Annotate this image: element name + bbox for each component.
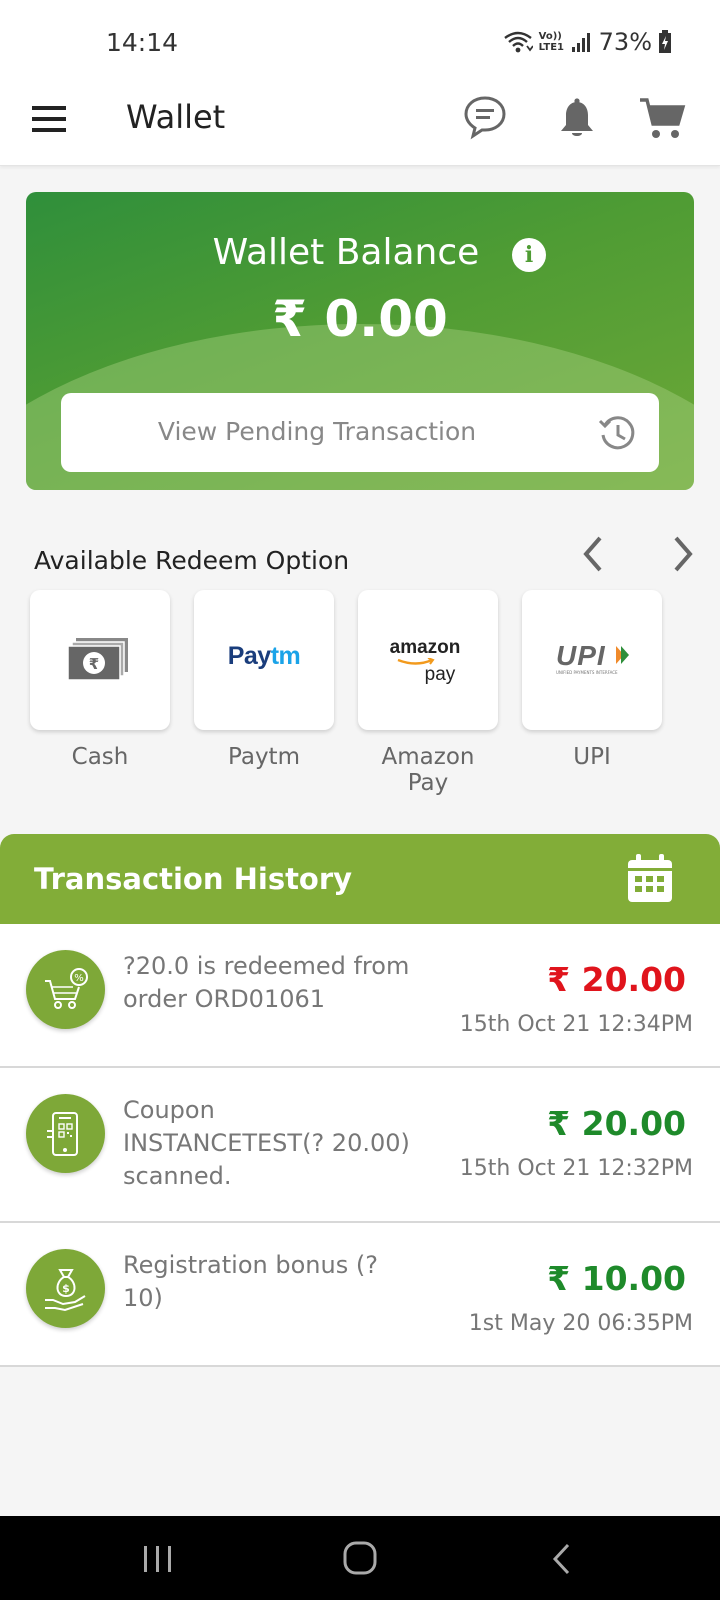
transaction-date: 1st May 20 06:35PM — [468, 1311, 693, 1336]
upi-tile[interactable]: UPI UNIFIED PAYMENTS INTERFACE — [522, 590, 662, 730]
cart-discount-icon: % — [45, 968, 88, 1009]
svg-text:₹: ₹ — [89, 655, 99, 673]
money-bag-hand-icon: $ — [45, 1269, 86, 1312]
back-icon[interactable] — [550, 1542, 572, 1576]
transaction-history-header: Transaction History — [0, 834, 720, 924]
redeem-option-cash[interactable]: ₹ Cash — [30, 590, 170, 770]
phone-qr-icon — [47, 1112, 78, 1156]
system-navigation-bar — [0, 1516, 720, 1600]
battery-icon — [659, 30, 671, 53]
redeem-option-paytm[interactable]: Paytm Paytm — [194, 590, 334, 770]
svg-text:%: % — [74, 973, 84, 984]
upi-logo: UPI UNIFIED PAYMENTS INTERFACE — [556, 640, 632, 675]
info-icon[interactable]: i — [512, 238, 546, 272]
wifi-icon — [503, 31, 533, 53]
redeem-options-list: ₹ Cash Paytm Paytm amazon pay Amazon Pay — [30, 590, 720, 796]
transaction-avatar — [26, 1094, 105, 1173]
paytm-tile[interactable]: Paytm — [194, 590, 334, 730]
status-indicators: Vo)) LTE1 73% — [503, 28, 672, 56]
signal-icon — [571, 33, 590, 52]
chevron-right-icon[interactable] — [668, 534, 698, 574]
view-pending-transaction-button[interactable]: View Pending Transaction — [61, 393, 659, 472]
cash-tile[interactable]: ₹ — [30, 590, 170, 730]
transaction-description: Registration bonus (? 10) — [123, 1251, 378, 1312]
redeem-option-label: Cash — [71, 744, 129, 770]
redeem-option-label: UPI — [573, 744, 611, 770]
cash-icon: ₹ — [68, 638, 128, 680]
menu-icon[interactable] — [32, 102, 68, 138]
paytm-logo: Paytm — [227, 642, 301, 670]
transaction-amount: ₹ 20.00 — [547, 1104, 686, 1143]
transaction-avatar: % — [26, 950, 105, 1029]
status-bar: 14:14 Vo)) LTE1 73% — [0, 0, 720, 84]
network-label: Vo)) LTE1 — [538, 31, 564, 53]
transaction-description: ?20.0 is redeemed from order ORD01061 — [123, 952, 410, 1013]
transaction-row[interactable]: Coupon INSTANCETEST(? 20.00) scanned. ₹ … — [0, 1068, 720, 1223]
cart-icon[interactable] — [638, 94, 686, 142]
transaction-amount: ₹ 20.00 — [547, 960, 686, 999]
wallet-balance-amount: ₹ 0.00 — [272, 290, 448, 348]
transaction-date: 15th Oct 21 12:34PM — [459, 1012, 693, 1037]
recent-apps-icon[interactable] — [142, 1544, 174, 1574]
chevron-left-icon[interactable] — [578, 534, 608, 574]
transaction-description: Coupon INSTANCETEST(? 20.00) scanned. — [123, 1096, 410, 1190]
app-bar: Wallet — [0, 84, 720, 166]
amazon-pay-tile[interactable]: amazon pay — [358, 590, 498, 730]
wallet-balance-card: Wallet Balance i ₹ 0.00 View Pending Tra… — [26, 192, 694, 490]
history-icon — [598, 416, 635, 450]
svg-text:$: $ — [62, 1282, 70, 1295]
status-time: 14:14 — [106, 28, 179, 57]
transaction-date: 15th Oct 21 12:32PM — [459, 1156, 693, 1181]
transaction-row[interactable]: $ Registration bonus (? 10) ₹ 10.00 1st … — [0, 1223, 720, 1367]
transaction-amount: ₹ 10.00 — [547, 1259, 686, 1298]
redeem-option-label: Paytm — [228, 744, 300, 770]
page-title: Wallet — [126, 98, 226, 136]
home-icon[interactable] — [342, 1540, 378, 1576]
chat-icon[interactable] — [462, 94, 508, 140]
amazon-pay-logo: amazon pay — [389, 637, 461, 685]
transaction-avatar: $ — [26, 1249, 105, 1328]
bell-icon[interactable] — [558, 98, 596, 140]
transaction-row[interactable]: % ?20.0 is redeemed from order ORD01061 … — [0, 924, 720, 1068]
redeem-option-amazon-pay[interactable]: amazon pay Amazon Pay — [358, 590, 498, 796]
pending-transaction-label: View Pending Transaction — [157, 417, 477, 446]
transaction-history-title: Transaction History — [34, 862, 353, 896]
wallet-balance-title: Wallet Balance — [212, 232, 480, 273]
redeem-section-title: Available Redeem Option — [34, 546, 350, 575]
transaction-list: % ?20.0 is redeemed from order ORD01061 … — [0, 924, 720, 1367]
calendar-icon[interactable] — [626, 854, 674, 904]
redeem-option-upi[interactable]: UPI UNIFIED PAYMENTS INTERFACE UPI — [522, 590, 662, 770]
redeem-option-label: Amazon Pay — [381, 744, 475, 796]
battery-percent: 73% — [598, 28, 652, 56]
